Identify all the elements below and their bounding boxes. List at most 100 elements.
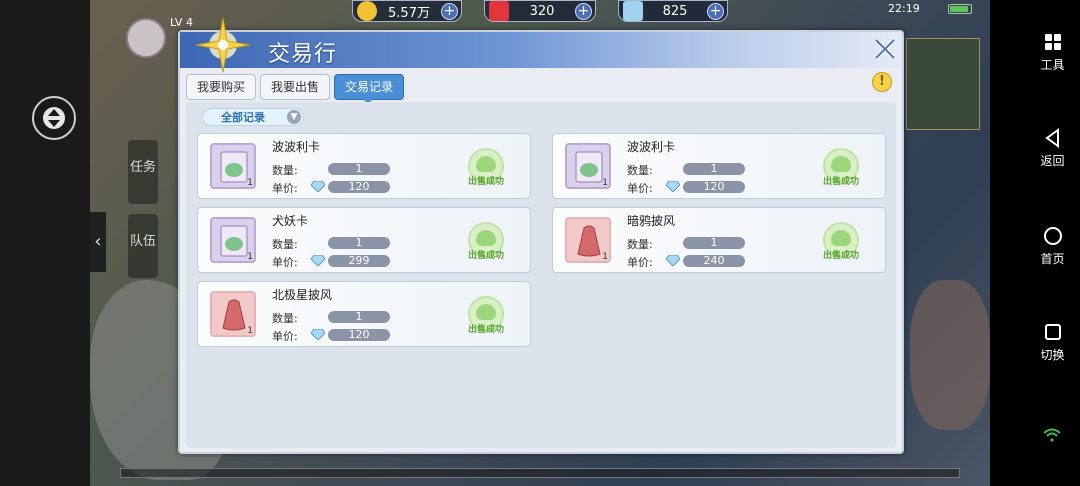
nav-home-label: 首页	[1040, 252, 1065, 266]
item-name: 波波利卡	[627, 140, 676, 154]
slime-icon	[476, 156, 496, 172]
home-icon	[1043, 227, 1062, 245]
quantity-value: 1	[328, 311, 390, 323]
slime-icon	[476, 304, 496, 320]
quantity-label: 数量:	[627, 238, 653, 251]
battery-icon	[948, 4, 972, 14]
tab-sell[interactable]: 我要出售	[260, 74, 331, 100]
cape-icon	[577, 225, 601, 257]
slime-icon	[831, 156, 851, 172]
item-name: 犬妖卡	[272, 214, 309, 228]
quantity-value: 1	[328, 163, 390, 175]
add-gold-button[interactable]: +	[441, 2, 458, 20]
nav-back[interactable]: 返回	[1025, 128, 1080, 169]
record-card[interactable]: 1 波波利卡 数量: 1 单价: 120 出售成功	[197, 133, 531, 199]
slime-icon	[476, 230, 496, 246]
card-item-icon: 1	[210, 217, 256, 263]
tab-bar: 我要购买 我要出售 交易记录	[186, 74, 405, 100]
record-card[interactable]: 1 暗鸦披风 数量: 1 单价: 240 出售成功	[552, 207, 886, 273]
price-label: 单价:	[627, 182, 653, 195]
slime-icon	[831, 230, 851, 246]
ruby-value: 320	[529, 3, 555, 19]
player-level: LV 4	[170, 16, 193, 29]
crystal-icon	[623, 1, 643, 21]
item-name: 北极星披风	[272, 288, 333, 302]
collapse-left-button[interactable]: ‹	[90, 212, 106, 272]
card-item-icon: 1	[210, 143, 256, 189]
nav-switch[interactable]: 切换	[1025, 322, 1080, 363]
price-value: 240	[683, 255, 745, 267]
crystal-icon	[311, 329, 325, 340]
team-button[interactable]: 队伍	[128, 214, 158, 278]
price-value: 120	[328, 329, 390, 341]
grid-icon	[1044, 34, 1061, 50]
quantity-value: 1	[683, 237, 745, 249]
record-card[interactable]: 1 犬妖卡 数量: 1 单价: 299 出售成功	[197, 207, 531, 273]
card-item-icon: 1	[565, 143, 611, 189]
price-value: 120	[683, 181, 745, 193]
sold-success-badge: 出售成功	[815, 222, 867, 264]
quantity-label: 数量:	[272, 312, 298, 325]
ruby-icon	[489, 1, 509, 21]
scene-npc	[910, 280, 990, 430]
filter-label: 全部记录	[221, 111, 265, 124]
sold-success-badge: 出售成功	[460, 148, 512, 190]
minimap[interactable]	[906, 38, 980, 130]
up-down-icon	[43, 107, 65, 129]
monster-card-icon	[575, 151, 603, 183]
thumb-quantity: 1	[602, 178, 608, 188]
records-filter-dropdown[interactable]: 全部记录 ▼	[202, 108, 304, 126]
wifi-icon	[1043, 428, 1061, 442]
nav-switch-label: 切换	[1040, 348, 1065, 362]
price-value: 299	[328, 255, 390, 267]
chevron-down-icon: ▼	[287, 110, 301, 124]
crystal-currency: 825 +	[618, 0, 728, 22]
cape-icon	[222, 299, 246, 331]
crystal-icon	[311, 181, 325, 192]
quantity-value: 1	[683, 163, 745, 175]
left-phone-bar	[0, 0, 90, 486]
dialog-title: 交易行	[268, 42, 338, 67]
sold-status-text: 出售成功	[822, 177, 859, 187]
right-phone-nav: 工具 返回 首页 切换	[1025, 0, 1080, 486]
monster-card-icon	[220, 151, 248, 183]
quest-button[interactable]: 任务	[128, 140, 158, 204]
quantity-label: 数量:	[272, 164, 298, 177]
info-warning-icon[interactable]: !	[872, 72, 892, 92]
star-emblem-icon	[195, 17, 251, 73]
clock: 22:19	[888, 2, 920, 15]
record-card[interactable]: 1 波波利卡 数量: 1 单价: 120 出售成功	[552, 133, 886, 199]
price-label: 单价:	[272, 256, 298, 269]
quantity-value: 1	[328, 237, 390, 249]
back-icon	[1044, 128, 1059, 148]
nav-tools[interactable]: 工具	[1025, 32, 1080, 73]
quantity-label: 数量:	[272, 238, 298, 251]
crystal-value: 825	[662, 3, 688, 19]
nav-tools-label: 工具	[1040, 58, 1065, 72]
tab-buy[interactable]: 我要购买	[186, 74, 257, 100]
thumb-quantity: 1	[247, 252, 253, 262]
thumb-quantity: 1	[247, 326, 253, 336]
cape-item-icon: 1	[565, 217, 611, 263]
close-icon[interactable]	[872, 36, 898, 62]
item-name: 波波利卡	[272, 140, 321, 154]
crystal-icon	[666, 181, 680, 192]
sold-status-text: 出售成功	[467, 325, 504, 335]
add-ruby-button[interactable]: +	[575, 2, 592, 20]
sold-status-text: 出售成功	[467, 177, 504, 187]
record-card[interactable]: 1 北极星披风 数量: 1 单价: 120 出售成功	[197, 281, 531, 347]
price-label: 单价:	[627, 256, 653, 269]
cape-item-icon: 1	[210, 291, 256, 337]
thumb-quantity: 1	[602, 252, 608, 262]
add-crystal-button[interactable]: +	[707, 2, 724, 20]
sold-success-badge: 出售成功	[460, 296, 512, 338]
avatar[interactable]	[126, 18, 166, 58]
quantity-label: 数量:	[627, 164, 653, 177]
tab-records[interactable]: 交易记录	[334, 74, 405, 100]
monster-card-icon	[220, 225, 248, 257]
price-value: 120	[328, 181, 390, 193]
nav-home[interactable]: 首页	[1025, 226, 1080, 267]
thumb-quantity: 1	[247, 178, 253, 188]
sold-success-badge: 出售成功	[460, 222, 512, 264]
float-ball-button[interactable]	[32, 96, 76, 140]
